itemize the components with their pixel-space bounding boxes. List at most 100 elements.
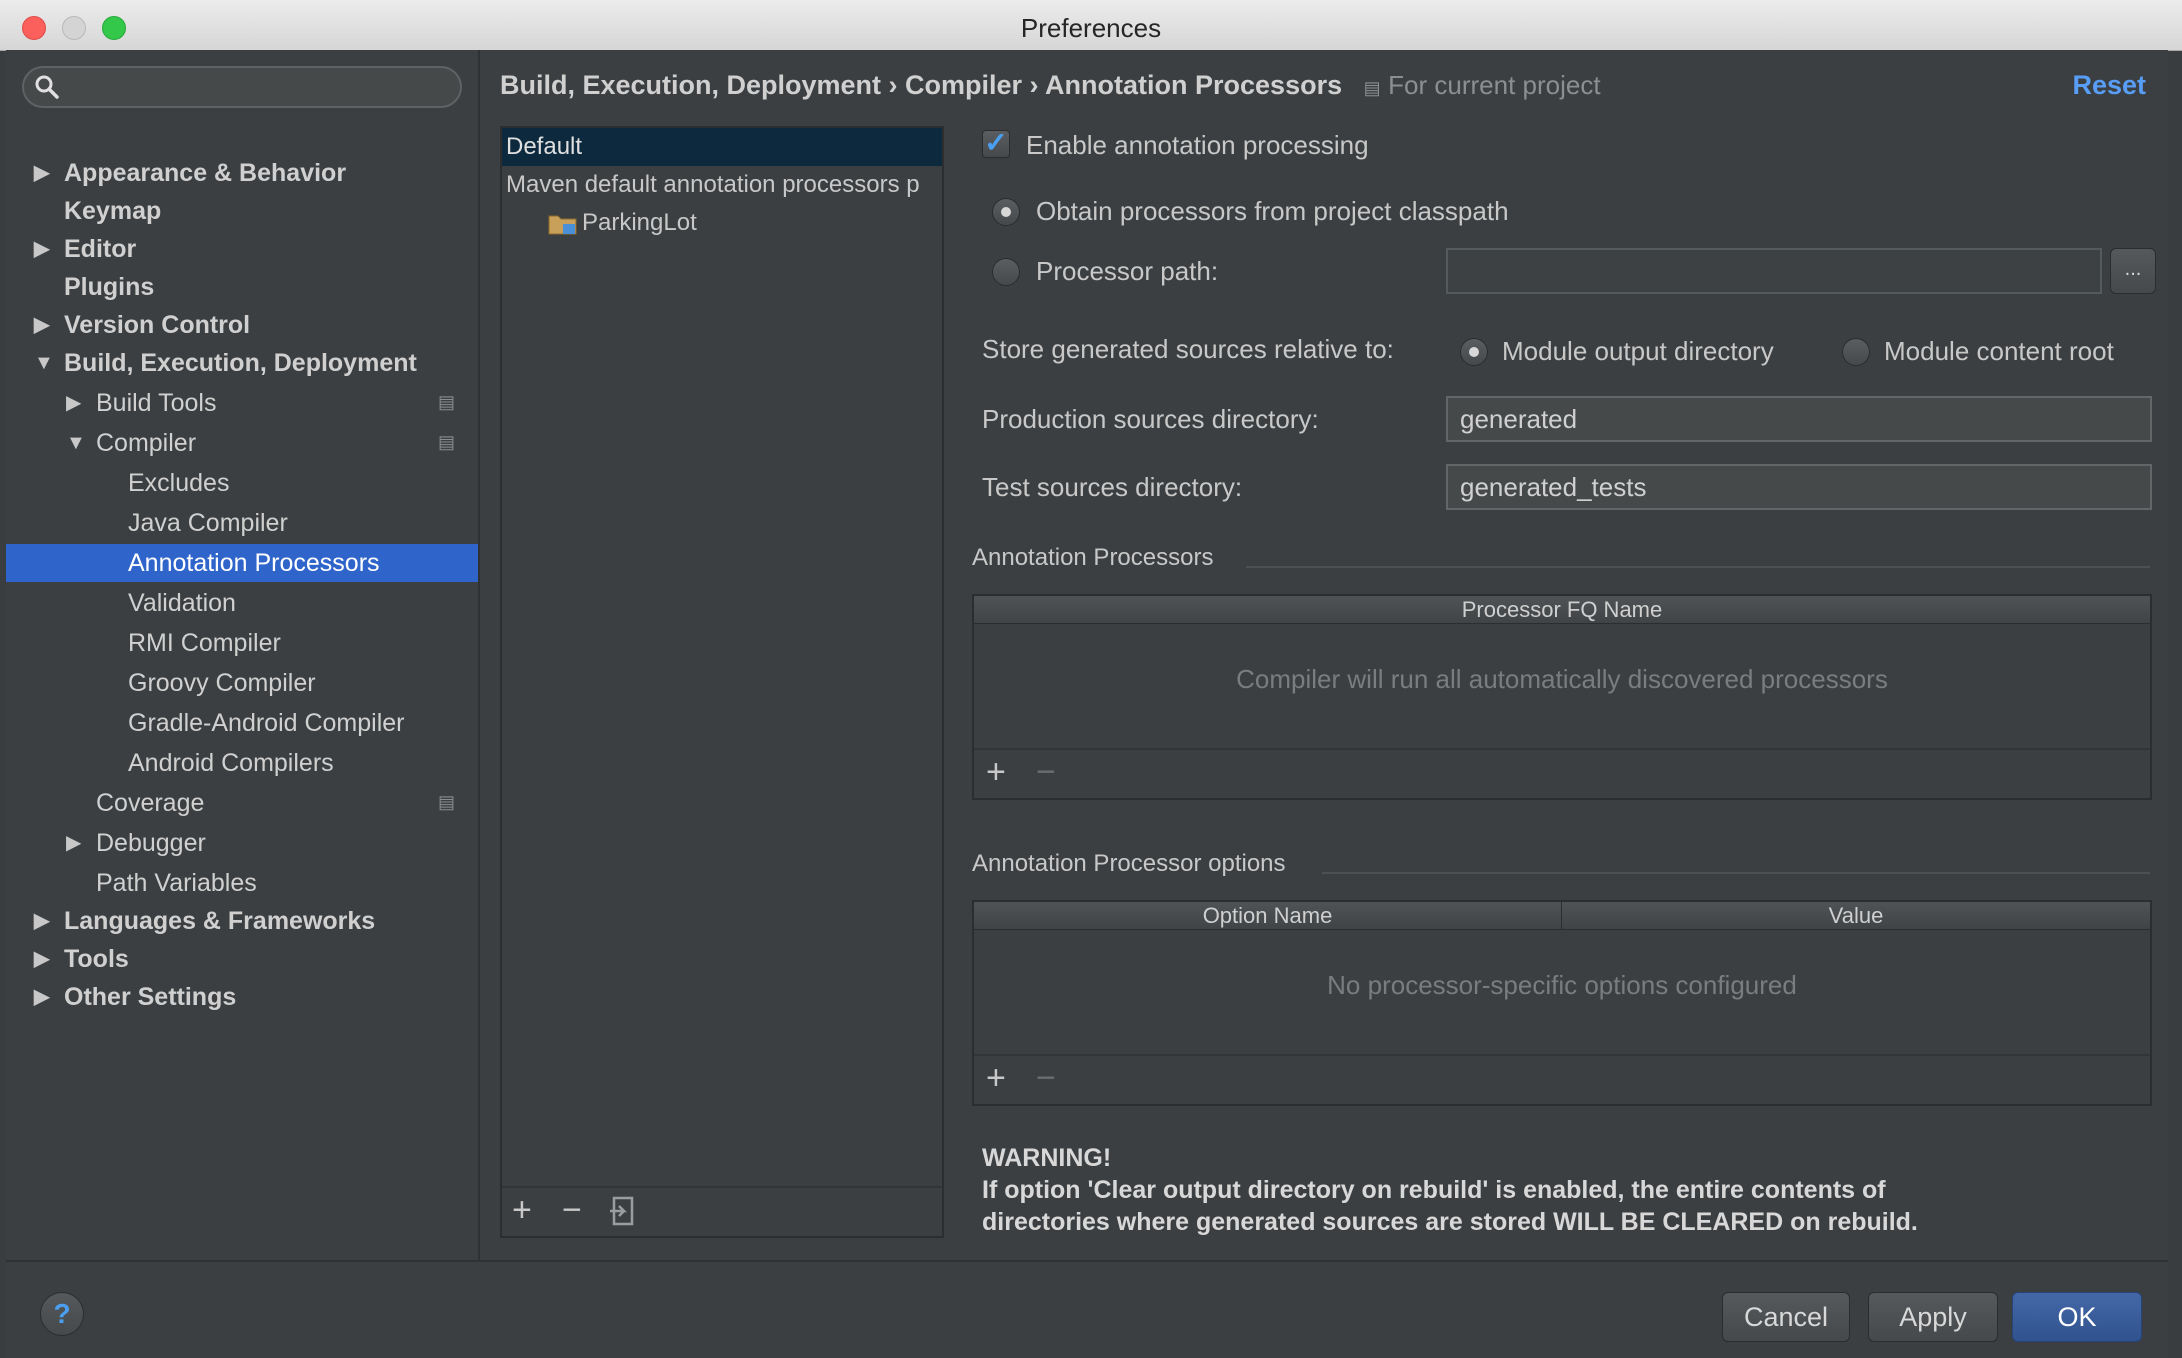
collapsed-arrow-icon[interactable]: ▶ — [34, 154, 49, 192]
collapsed-arrow-icon[interactable]: ▶ — [34, 978, 49, 1016]
sidebar-item-rmi-compiler[interactable]: RMI Compiler — [6, 624, 478, 662]
profile-label: Default — [506, 133, 583, 160]
options-empty-text: No processor-specific options configured — [1327, 970, 1797, 1000]
sidebar-item-label: Coverage — [96, 789, 205, 817]
sidebar-item-other-settings[interactable]: ▶ Other Settings — [6, 978, 478, 1016]
annotation-processors-section-title: Annotation Processors — [972, 544, 1214, 571]
production-sources-input[interactable]: generated — [1446, 396, 2152, 442]
value-column-header[interactable]: Value — [1562, 902, 2150, 930]
sidebar-item-compiler[interactable]: ▼ Compiler ▤ — [6, 424, 478, 462]
remove-option-icon[interactable]: − — [1036, 1058, 1056, 1098]
enable-annotation-processing-label: Enable annotation processing — [1026, 130, 1369, 160]
move-to-profile-icon[interactable] — [608, 1196, 636, 1228]
processor-fq-name-column-header[interactable]: Processor FQ Name — [974, 596, 2150, 624]
profile-maven-default[interactable]: Maven default annotation processors p — [502, 166, 942, 204]
window-title: Preferences — [1020, 13, 1162, 43]
help-button[interactable]: ? — [40, 1292, 84, 1336]
sidebar-item-annotation-processors[interactable]: Annotation Processors — [6, 544, 478, 582]
ok-button[interactable]: OK — [2012, 1292, 2142, 1342]
annotation-processors-table: Processor FQ Name Compiler will run all … — [972, 594, 2152, 800]
sidebar-item-validation[interactable]: Validation — [6, 584, 478, 622]
cancel-button[interactable]: Cancel — [1722, 1292, 1850, 1342]
sidebar-item-label: Annotation Processors — [128, 549, 380, 577]
enable-annotation-processing-checkbox[interactable]: ✓ — [982, 129, 1010, 158]
sidebar-item-appearance-behavior[interactable]: ▶ Appearance & Behavior — [6, 154, 478, 192]
browse-processor-path-button[interactable]: ... — [2110, 248, 2156, 294]
settings-search-field[interactable] — [22, 66, 462, 108]
add-profile-icon[interactable]: + — [512, 1190, 532, 1230]
settings-sidebar: ▶ Appearance & Behavior Keymap ▶ Editor Plugi… — [6, 50, 480, 1260]
sidebar-item-label: Groovy Compiler — [128, 669, 316, 697]
profiles-toolbar: + − — [502, 1186, 942, 1236]
section-separator — [1246, 566, 2150, 568]
project-level-icon: ▤ — [438, 792, 456, 812]
sidebar-item-version-control[interactable]: ▶ Version Control — [6, 306, 478, 344]
processor-options-section-title: Annotation Processor options — [972, 850, 1286, 877]
sidebar-item-path-variables[interactable]: Path Variables — [6, 864, 478, 902]
sidebar-item-gradle-android-compiler[interactable]: Gradle-Android Compiler — [6, 704, 478, 742]
project-scope-icon: ▤ — [1363, 78, 1381, 98]
sidebar-item-languages-frameworks[interactable]: ▶ Languages & Frameworks — [6, 902, 478, 940]
collapsed-arrow-icon[interactable]: ▶ — [66, 384, 81, 422]
sidebar-item-plugins[interactable]: Plugins — [6, 268, 478, 306]
reset-link[interactable]: Reset — [2072, 70, 2146, 101]
sidebar-item-groovy-compiler[interactable]: Groovy Compiler — [6, 664, 478, 702]
sidebar-item-label: Build, Execution, Deployment — [64, 349, 417, 377]
module-content-root-radio[interactable] — [1842, 338, 1870, 366]
sidebar-item-build-tools[interactable]: ▶ Build Tools ▤ — [6, 384, 478, 422]
section-separator — [1322, 872, 2150, 874]
sidebar-item-keymap[interactable]: Keymap — [6, 192, 478, 230]
processor-path-label: Processor path: — [1036, 256, 1219, 286]
test-sources-label: Test sources directory: — [982, 472, 1243, 502]
apply-button[interactable]: Apply — [1868, 1292, 1998, 1342]
sidebar-item-label: RMI Compiler — [128, 629, 281, 657]
title-bar: Preferences — [0, 0, 2182, 51]
warning-line-2: directories where generated sources are … — [982, 1208, 1918, 1236]
option-name-column-header[interactable]: Option Name — [974, 902, 1562, 930]
sidebar-item-tools[interactable]: ▶ Tools — [6, 940, 478, 978]
expanded-arrow-icon[interactable]: ▼ — [66, 424, 86, 462]
sidebar-item-editor[interactable]: ▶ Editor — [6, 230, 478, 268]
warning-line-1: If option 'Clear output directory on reb… — [982, 1176, 1886, 1204]
sidebar-item-android-compilers[interactable]: Android Compilers — [6, 744, 478, 782]
module-output-radio[interactable] — [1460, 338, 1488, 366]
sidebar-item-debugger[interactable]: ▶ Debugger — [6, 824, 478, 862]
sidebar-item-label: Build Tools — [96, 389, 217, 417]
collapsed-arrow-icon[interactable]: ▶ — [66, 824, 81, 862]
sidebar-item-label: Tools — [64, 945, 129, 973]
collapsed-arrow-icon[interactable]: ▶ — [34, 940, 49, 978]
add-processor-icon[interactable]: + — [986, 752, 1006, 792]
module-output-label: Module output directory — [1502, 336, 1774, 366]
sidebar-item-label: Android Compilers — [128, 749, 334, 777]
sidebar-item-label: Gradle-Android Compiler — [128, 709, 405, 737]
sidebar-item-coverage[interactable]: Coverage ▤ — [6, 784, 478, 822]
expanded-arrow-icon[interactable]: ▼ — [34, 344, 54, 382]
production-sources-label: Production sources directory: — [982, 404, 1319, 434]
test-sources-input[interactable]: generated_tests — [1446, 464, 2152, 510]
profiles-list: Default Maven default annotation process… — [500, 126, 944, 1238]
module-content-root-label: Module content root — [1884, 336, 2114, 366]
processor-path-radio[interactable] — [992, 258, 1020, 286]
store-relative-label: Store generated sources relative to: — [982, 334, 1394, 364]
profile-module-parkinglot[interactable]: ParkingLot — [502, 204, 942, 242]
sidebar-item-label: Other Settings — [64, 983, 237, 1011]
project-level-icon: ▤ — [438, 392, 456, 412]
obtain-from-classpath-label: Obtain processors from project classpath — [1036, 196, 1509, 226]
profile-default[interactable]: Default — [502, 128, 942, 166]
sidebar-item-java-compiler[interactable]: Java Compiler — [6, 504, 478, 542]
sidebar-item-label: Languages & Frameworks — [64, 907, 376, 935]
sidebar-item-label: Debugger — [96, 829, 206, 857]
remove-profile-icon[interactable]: − — [562, 1190, 582, 1230]
processor-path-input[interactable] — [1446, 248, 2102, 294]
sidebar-item-label: Java Compiler — [128, 509, 288, 537]
processors-empty-text: Compiler will run all automatically disc… — [1236, 664, 1888, 694]
collapsed-arrow-icon[interactable]: ▶ — [34, 230, 49, 268]
collapsed-arrow-icon[interactable]: ▶ — [34, 306, 49, 344]
sidebar-item-label: Path Variables — [96, 869, 257, 897]
collapsed-arrow-icon[interactable]: ▶ — [34, 902, 49, 940]
sidebar-item-excludes[interactable]: Excludes — [6, 464, 478, 502]
obtain-from-classpath-radio[interactable] — [992, 198, 1020, 226]
sidebar-item-build-execution-deployment[interactable]: ▼ Build, Execution, Deployment — [6, 344, 478, 382]
remove-processor-icon[interactable]: − — [1036, 752, 1056, 792]
add-option-icon[interactable]: + — [986, 1058, 1006, 1098]
